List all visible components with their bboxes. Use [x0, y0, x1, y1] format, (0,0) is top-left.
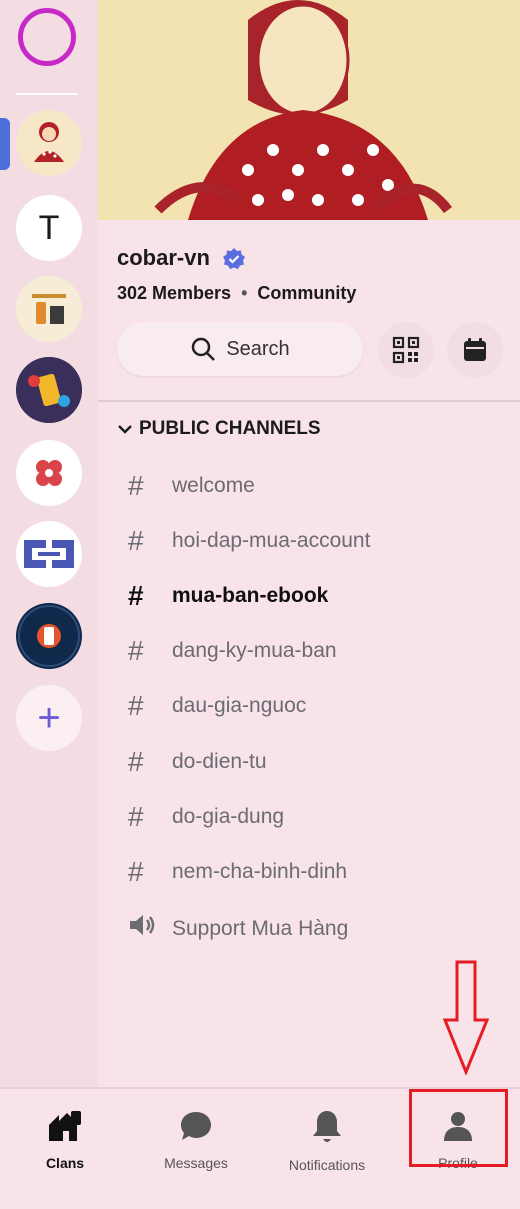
- cobar-logo-icon: [34, 122, 64, 162]
- verified-badge-icon: [223, 248, 245, 269]
- hash-icon: #: [128, 635, 144, 666]
- flower-logo-icon: [36, 460, 62, 486]
- channel-label: welcome: [172, 474, 255, 497]
- tra-da-logo-icon: [32, 294, 66, 324]
- rail-divider: [16, 93, 78, 95]
- hash-icon: #: [128, 801, 144, 832]
- add-icon: +: [37, 695, 61, 740]
- annotation-highlight-box: [409, 1089, 508, 1167]
- hash-icon: #: [128, 470, 144, 501]
- search-icon: [192, 337, 216, 361]
- server-tra-da-cong-so[interactable]: [16, 276, 82, 342]
- add-server-button[interactable]: +: [16, 685, 82, 751]
- server-cobar-vn[interactable]: [16, 110, 82, 176]
- annotation-arrow-icon: [442, 960, 490, 1075]
- nav-clans[interactable]: Clans: [10, 1109, 120, 1171]
- nav-label: Messages: [164, 1155, 228, 1171]
- channel-support-mua-hang[interactable]: Support Mua Hàng: [128, 912, 348, 945]
- freelancer-logo-icon: [18, 605, 80, 667]
- server-t[interactable]: T: [16, 195, 82, 261]
- nav-messages[interactable]: Messages: [141, 1109, 251, 1171]
- hash-icon: #: [128, 746, 144, 777]
- clan-type: Community: [257, 283, 357, 303]
- calendar-button[interactable]: [447, 322, 503, 378]
- selected-server-indicator: [0, 118, 10, 170]
- hash-icon: #: [128, 580, 144, 611]
- server-blue[interactable]: [16, 521, 82, 587]
- channel-label: hoi-dap-mua-account: [172, 529, 371, 552]
- channel-welcome[interactable]: # welcome: [128, 470, 255, 502]
- channel-do-dien-tu[interactable]: # do-dien-tu: [128, 746, 267, 778]
- nav-label: Clans: [45, 1155, 85, 1171]
- home-button[interactable]: [18, 8, 76, 66]
- server-game[interactable]: [16, 357, 82, 423]
- channel-label: do-dien-tu: [172, 750, 267, 773]
- channel-dau-gia-nguoc[interactable]: # dau-gia-nguoc: [128, 690, 306, 722]
- channel-hoi-dap-mua-account[interactable]: # hoi-dap-mua-account: [128, 525, 370, 557]
- chevron-down-icon: [118, 425, 132, 434]
- clan-banner: [98, 0, 520, 220]
- server-t-label: T: [38, 208, 60, 247]
- channel-label: do-gia-dung: [172, 805, 285, 828]
- public-channels-header[interactable]: PUBLIC CHANNELS: [117, 418, 321, 440]
- calendar-icon: [464, 338, 486, 361]
- channel-label: mua-ban-ebook: [172, 584, 329, 607]
- channel-mua-ban-ebook[interactable]: # mua-ban-ebook: [128, 580, 328, 612]
- hash-icon: #: [128, 856, 144, 887]
- message-icon: [181, 1112, 211, 1140]
- channel-label: nem-cha-binh-dinh: [172, 860, 348, 883]
- channel-nem-cha-binh-dinh[interactable]: # nem-cha-binh-dinh: [128, 856, 347, 888]
- clan-name: cobar-vn: [117, 245, 210, 270]
- channel-do-gia-dung[interactable]: # do-gia-dung: [128, 801, 284, 833]
- channel-label: Support Mua Hàng: [172, 916, 349, 940]
- bell-icon: [313, 1111, 341, 1142]
- section-title-label: PUBLIC CHANNELS: [139, 418, 321, 439]
- hash-icon: #: [128, 525, 144, 556]
- qr-code-icon: [392, 336, 420, 364]
- clan-meta: 302 Members • Community: [117, 283, 357, 303]
- banner-illustration: [98, 0, 520, 220]
- hash-icon: #: [128, 690, 144, 721]
- game-logo-icon: [16, 357, 82, 423]
- channel-dang-ky-mua-ban[interactable]: # dang-ky-mua-ban: [128, 635, 337, 667]
- nav-label: Notifications: [288, 1157, 366, 1173]
- clan-panel: cobar-vn 302 Members•Community Search: [98, 220, 520, 1087]
- search-button[interactable]: Search: [117, 322, 363, 376]
- server-freelancer[interactable]: [16, 603, 82, 669]
- blue-logo-icon: [24, 540, 74, 568]
- channel-label: dau-gia-nguoc: [172, 694, 307, 717]
- speaker-icon: [128, 912, 172, 945]
- clans-icon: [49, 1111, 81, 1141]
- search-label: Search: [226, 337, 290, 360]
- server-rail: T +: [0, 0, 98, 1087]
- nav-notifications[interactable]: Notifications: [272, 1109, 382, 1173]
- member-count: 302 Members: [117, 283, 232, 303]
- divider: [98, 400, 520, 402]
- qr-code-button[interactable]: [378, 322, 434, 378]
- server-red[interactable]: [16, 440, 82, 506]
- channel-label: dang-ky-mua-ban: [172, 639, 337, 662]
